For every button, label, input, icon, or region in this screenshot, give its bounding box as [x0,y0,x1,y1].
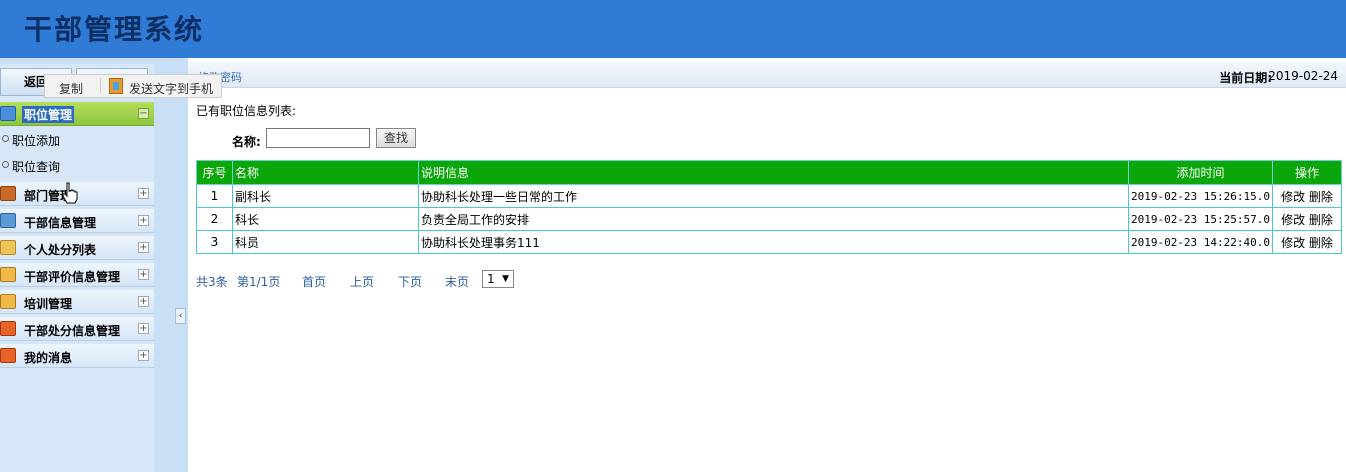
current-date-label: 当前日期: [1219,71,1272,85]
phone-send-icon[interactable] [109,78,123,94]
row-time: 2019-02-23 15:26:15.0 [1128,184,1273,208]
app-title: 干部管理系统 [24,13,205,46]
bullet-icon [2,161,9,168]
table-row: 1 副科长 协助科长处理一些日常的工作 2019-02-23 15:26:15.… [196,184,1342,208]
sidebar-category-label: 我的消息 [24,351,73,365]
sidebar-category-label: 个人处分列表 [24,243,97,257]
chevron-down-icon: ▼ [502,274,509,284]
sidebar-category-label: 培训管理 [24,297,73,311]
sidebar-category-label: 职位管理 [22,106,75,123]
sidebar-collapse-button[interactable]: ‹ [175,308,186,324]
monitor-icon [0,106,16,121]
row-name: 副科长 [232,184,419,208]
search-button[interactable]: 查找 [376,128,416,148]
sidebar-category-evaluation[interactable]: 干部评价信息管理 + [0,263,154,287]
row-time: 2019-02-23 14:22:40.0 [1128,230,1273,254]
next-page-link[interactable]: 下页 [398,273,422,290]
edit-link[interactable]: 修改 [1281,236,1305,250]
menu-divider [100,78,101,94]
sidebar-item-label: 职位添加 [12,134,61,148]
edit-link[interactable]: 修改 [1281,213,1305,227]
page-select-value: 1 [487,272,495,286]
current-date-value: 2019-02-24 [1268,69,1338,83]
table-header-row: 序号 名称 说明信息 添加时间 操作 [196,160,1342,185]
people-icon [0,294,16,309]
first-page-link[interactable]: 首页 [302,273,326,290]
expand-plus-icon[interactable]: + [138,188,149,199]
column-header: 序号 [196,160,233,185]
sidebar-category-messages[interactable]: 我的消息 + [0,344,154,368]
badge-icon [0,321,16,336]
expand-plus-icon[interactable]: + [138,242,149,253]
context-menu: 复制 发送文字到手机 [44,74,222,98]
row-number: 1 [196,184,233,208]
badge-icon [0,348,16,363]
row-actions: 修改 删除 [1272,230,1342,254]
sidebar-item-position-add[interactable]: 职位添加 [0,128,154,150]
row-number: 2 [196,207,233,231]
row-actions: 修改 删除 [1272,207,1342,231]
sidebar-item-label: 职位查询 [12,160,61,174]
row-name: 科长 [232,207,419,231]
row-name: 科员 [232,230,419,254]
last-page-link[interactable]: 末页 [445,273,469,290]
total-count: 共3条 [196,275,228,289]
copy-menu-item[interactable]: 复制 [59,80,83,97]
edit-link[interactable]: 修改 [1281,190,1305,204]
delete-link[interactable]: 删除 [1309,236,1333,250]
expand-plus-icon[interactable]: + [138,215,149,226]
table-icon [0,213,16,228]
page-indicator: 第1/1页 [237,275,281,289]
column-header: 说明信息 [418,160,1129,185]
sidebar-category-position[interactable]: 职位管理 − [0,102,154,126]
sidebar-item-position-query[interactable]: 职位查询 [0,154,154,176]
list-title: 已有职位信息列表: [196,104,297,118]
expand-plus-icon[interactable]: + [138,323,149,334]
sidebar-category-cadre-punishment[interactable]: 干部处分信息管理 + [0,317,154,341]
sidebar-category-label: 干部信息管理 [24,216,97,230]
app-header: 干部管理系统 [0,0,1346,58]
bullet-icon [2,135,9,142]
collapse-minus-icon[interactable]: − [138,108,149,119]
sidebar-category-label: 干部评价信息管理 [24,270,121,284]
row-description: 协助科长处理一些日常的工作 [418,184,1129,208]
column-header: 添加时间 [1128,160,1273,185]
sidebar-category-training[interactable]: 培训管理 + [0,290,154,314]
sidebar-category-label: 干部处分信息管理 [24,324,121,338]
column-header: 名称 [232,160,419,185]
expand-plus-icon[interactable]: + [138,350,149,361]
folder-icon [0,240,16,255]
row-description: 协助科长处理事务111 [418,230,1129,254]
pagination: 共3条 第1/1页 首页 上页 下页 末页 1 ▼ [196,270,596,290]
content-top-bar: 修改密码 当前日期: 2019-02-24 [188,62,1346,88]
sidebar: 返回 退出 职位管理 − 职位添加 职位查询 部门管理 + 干部信息管理 + [0,58,188,472]
row-time: 2019-02-23 15:25:57.0 [1128,207,1273,231]
row-number: 3 [196,230,233,254]
building-icon [0,186,16,201]
sidebar-category-punishment-list[interactable]: 个人处分列表 + [0,236,154,260]
row-description: 负责全局工作的安排 [418,207,1129,231]
delete-link[interactable]: 删除 [1309,190,1333,204]
table-row: 3 科员 协助科长处理事务111 2019-02-23 14:22:40.0 修… [196,230,1342,254]
search-label: 名称: [232,135,261,149]
sidebar-panel: 返回 退出 职位管理 − 职位添加 职位查询 部门管理 + 干部信息管理 + [0,64,154,472]
sidebar-category-cadre-info[interactable]: 干部信息管理 + [0,209,154,233]
search-input[interactable] [266,128,370,148]
page-select[interactable]: 1 ▼ [482,270,514,288]
position-table: 序号 名称 说明信息 添加时间 操作 1 副科长 协助科长处理一些日常的工作 2… [196,160,1342,254]
expand-plus-icon[interactable]: + [138,269,149,280]
table-row: 2 科长 负责全局工作的安排 2019-02-23 15:25:57.0 修改 … [196,207,1342,231]
delete-link[interactable]: 删除 [1309,213,1333,227]
people-icon [0,267,16,282]
prev-page-link[interactable]: 上页 [350,273,374,290]
expand-plus-icon[interactable]: + [138,296,149,307]
send-to-phone-menu-item[interactable]: 发送文字到手机 [129,80,213,97]
row-actions: 修改 删除 [1272,184,1342,208]
hand-cursor-icon [62,182,78,204]
column-header: 操作 [1272,160,1342,185]
main-content: 修改密码 当前日期: 2019-02-24 已有职位信息列表: 名称: 查找 序… [188,58,1346,472]
